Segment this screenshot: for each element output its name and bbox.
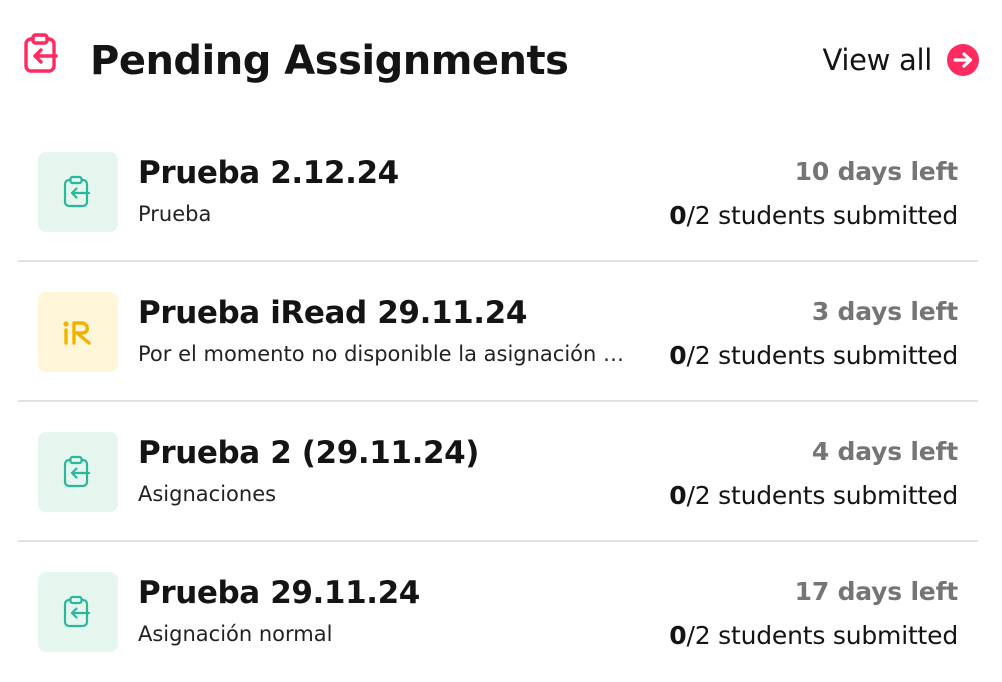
submitted-count: 0 (669, 621, 687, 650)
days-left-label: 17 days left (794, 577, 959, 606)
assignment-row[interactable]: Prueba 2 (29.11.24) Asignaciones 4 days … (18, 402, 978, 542)
assignment-title: Prueba 29.11.24 (138, 575, 420, 611)
assignment-row[interactable]: Prueba iRead 29.11.24 Por el momento no … (18, 262, 978, 402)
assignment-subtitle: Prueba (138, 202, 212, 226)
submission-status: 0/2 students submitted (669, 200, 958, 232)
iread-logo-icon (63, 321, 91, 345)
assignment-subtitle: Asignación normal (138, 622, 333, 646)
clipboard-return-icon (24, 33, 58, 73)
submitted-total: /2 students submitted (686, 341, 958, 370)
assignment-subtitle: Asignaciones (138, 482, 277, 506)
submitted-count: 0 (669, 341, 687, 370)
assignment-title: Prueba iRead 29.11.24 (138, 295, 527, 331)
days-left-label: 3 days left (811, 297, 958, 326)
submission-status: 0/2 students submitted (669, 620, 958, 652)
pending-assignments-header: Pending Assignments View all (0, 0, 1002, 120)
assignment-thumbnail (38, 432, 118, 512)
view-all-label: View all (822, 43, 932, 77)
submitted-total: /2 students submitted (686, 481, 958, 510)
submission-status: 0/2 students submitted (669, 340, 958, 372)
clipboard-return-icon (63, 455, 91, 488)
assignment-row[interactable]: Prueba 2.12.24 Prueba 10 days left 0/2 s… (18, 122, 978, 262)
assignment-subtitle: Por el momento no disponible la asignaci… (138, 342, 633, 366)
submission-status: 0/2 students submitted (669, 480, 958, 512)
clipboard-return-icon (63, 175, 91, 208)
assignment-thumbnail (38, 572, 118, 652)
clipboard-return-icon (63, 595, 91, 628)
submitted-count: 0 (669, 201, 687, 230)
view-all-link[interactable]: View all (822, 40, 980, 80)
assignment-title: Prueba 2 (29.11.24) (138, 435, 480, 471)
days-left-label: 10 days left (794, 157, 959, 186)
submitted-total: /2 students submitted (686, 621, 958, 650)
assignment-row[interactable]: Prueba 29.11.24 Asignación normal 17 day… (18, 542, 978, 682)
assignment-title: Prueba 2.12.24 (138, 155, 399, 191)
days-left-label: 4 days left (811, 437, 958, 466)
arrow-right-circle-icon (947, 44, 979, 76)
submitted-total: /2 students submitted (686, 201, 958, 230)
assignment-thumbnail (38, 152, 118, 232)
assignment-list: Prueba 2.12.24 Prueba 10 days left 0/2 s… (18, 122, 978, 682)
assignment-thumbnail (38, 292, 118, 372)
page-title: Pending Assignments (90, 38, 569, 84)
submitted-count: 0 (669, 481, 687, 510)
